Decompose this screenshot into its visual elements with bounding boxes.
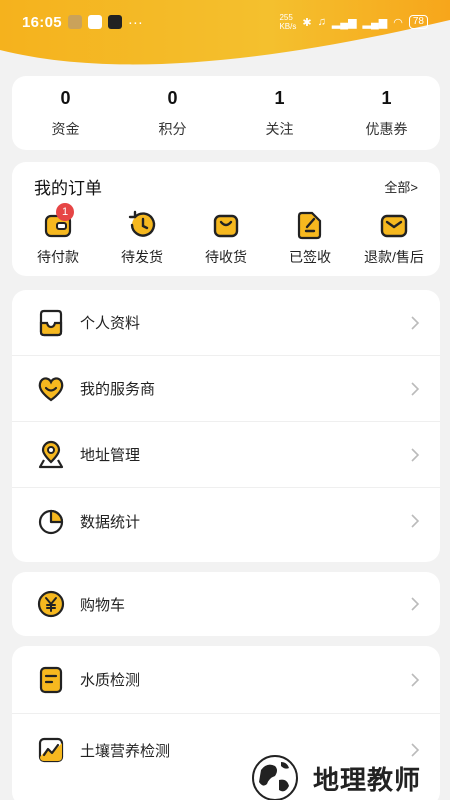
order-label: 待付款	[37, 249, 79, 265]
menu-group-main: 个人资料 我的服务商 地址管理 数据统计	[12, 290, 440, 562]
stat-funds[interactable]: 0 资金	[12, 76, 119, 150]
stat-label: 优惠券	[365, 120, 408, 137]
signal-icon: ▂▄▆	[331, 16, 357, 29]
chevron-right-icon	[411, 597, 420, 611]
app-notification-icon	[87, 15, 102, 29]
mail-icon	[380, 214, 408, 238]
menu-label: 地址管理	[80, 447, 141, 464]
signal-icon: ▂▄▆	[362, 16, 388, 29]
order-count-badge: 1	[56, 203, 74, 221]
order-label: 退款/售后	[364, 249, 424, 265]
menu-item-water-test[interactable]: 水质检测	[12, 646, 440, 714]
menu-label: 个人资料	[80, 315, 141, 332]
order-pending-shipment[interactable]: 待发货	[100, 209, 184, 267]
order-label: 待收货	[205, 249, 247, 265]
stat-points[interactable]: 0 积分	[119, 76, 226, 150]
menu-label: 水质检测	[80, 672, 141, 689]
chevron-right-icon	[411, 315, 420, 330]
yen-coin-icon	[37, 590, 65, 618]
clock-back-icon	[128, 210, 156, 237]
menu-item-service-provider[interactable]: 我的服务商	[12, 356, 440, 422]
menu-label: 购物车	[80, 596, 126, 614]
stat-value: 1	[274, 87, 285, 108]
my-orders-card: 我的订单 全部> 1 待付款 待发货 待收货 已签收 退款/售后	[12, 162, 440, 276]
stat-label: 积分	[158, 120, 187, 137]
menu-item-statistics[interactable]: 数据统计	[12, 488, 440, 554]
app-notification-icon	[67, 15, 82, 29]
menu-item-address[interactable]: 地址管理	[12, 422, 440, 488]
mute-icon: ♫	[317, 16, 326, 28]
menu-label: 我的服务商	[80, 381, 156, 398]
status-bar: 16:05 ··· 255 KB/s ✱ ♫ ▂▄▆ ▂▄▆ ◠ 78	[0, 0, 450, 44]
menu-label: 土壤营养检测	[80, 742, 171, 760]
orders-title: 我的订单	[34, 179, 102, 198]
stat-label: 资金	[51, 120, 80, 137]
stat-follows[interactable]: 1 关注	[226, 76, 333, 150]
order-refund-aftersale[interactable]: 退款/售后	[352, 209, 436, 267]
menu-item-cart[interactable]: 购物车	[12, 572, 440, 636]
battery-indicator: 78	[408, 15, 428, 29]
wifi-icon: ◠	[393, 16, 403, 29]
account-stats-card: 0 资金 0 积分 1 关注 1 优惠券	[12, 76, 440, 150]
menu-label: 数据统计	[80, 513, 141, 531]
heart-smile-icon	[38, 376, 64, 401]
menu-group-cart: 购物车	[12, 572, 440, 636]
trend-chart-icon	[38, 737, 64, 763]
chevron-right-icon	[411, 381, 420, 396]
stat-coupons[interactable]: 1 优惠券	[333, 76, 440, 150]
status-time: 16:05	[22, 13, 62, 31]
watermark: 地理教师	[245, 748, 421, 800]
stat-value: 0	[60, 87, 71, 108]
order-pending-payment[interactable]: 1 待付款	[16, 203, 100, 267]
chevron-right-icon	[411, 672, 420, 687]
bag-icon	[213, 214, 239, 238]
stat-value: 1	[381, 87, 392, 108]
document-icon	[39, 666, 63, 693]
app-notification-icon	[107, 15, 122, 29]
orders-view-all-link[interactable]: 全部>	[384, 177, 418, 196]
pie-chart-icon	[38, 509, 64, 535]
menu-item-profile[interactable]: 个人资料	[12, 290, 440, 356]
location-pin-icon	[38, 440, 64, 468]
watermark-text: 地理教师	[313, 764, 422, 795]
net-speed: 255 KB/s	[279, 13, 297, 31]
chevron-right-icon	[411, 514, 420, 528]
chevron-right-icon	[411, 447, 420, 462]
order-label: 已签收	[289, 249, 331, 265]
more-dots-icon: ···	[127, 13, 143, 31]
sign-icon	[297, 211, 322, 240]
stat-value: 0	[167, 87, 178, 108]
inbox-profile-icon	[39, 309, 63, 336]
bluetooth-icon: ✱	[302, 16, 312, 29]
order-pending-receipt[interactable]: 待收货	[184, 209, 268, 267]
order-label: 待发货	[121, 249, 163, 265]
globe-logo-icon	[252, 755, 298, 800]
order-signed[interactable]: 已签收	[268, 209, 352, 267]
stat-label: 关注	[265, 120, 294, 137]
